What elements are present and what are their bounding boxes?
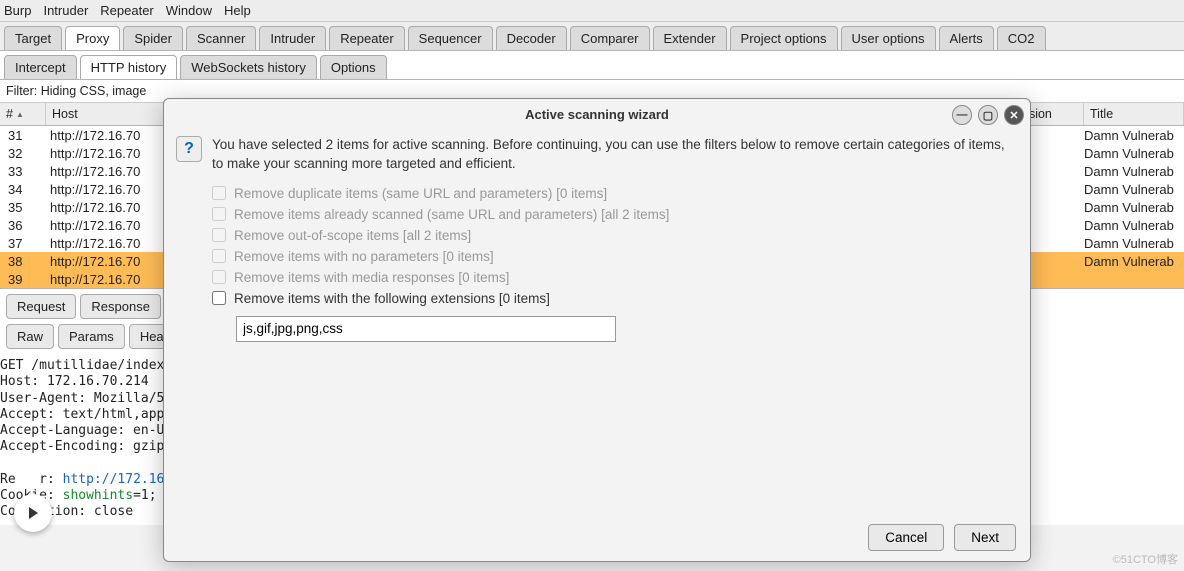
subtab-options[interactable]: Options <box>320 55 387 79</box>
tab-decoder[interactable]: Decoder <box>496 26 567 50</box>
cell-title: Damn Vulnerab <box>1084 128 1184 143</box>
sort-asc-icon: ▲ <box>16 110 24 119</box>
checkbox <box>212 186 226 200</box>
menu-burp[interactable]: Burp <box>4 3 31 18</box>
play-icon[interactable] <box>14 494 52 532</box>
subtab-websockets-history[interactable]: WebSockets history <box>180 55 317 79</box>
next-button[interactable]: Next <box>954 524 1016 551</box>
menubar: Burp Intruder Repeater Window Help <box>0 0 1184 22</box>
cell-num: 35 <box>0 200 46 215</box>
checkbox <box>212 270 226 284</box>
cell-num: 31 <box>0 128 46 143</box>
cell-title: Damn Vulnerab <box>1084 200 1184 215</box>
cell-num: 32 <box>0 146 46 161</box>
tab-alerts[interactable]: Alerts <box>939 26 994 50</box>
check-option-3: Remove items with no parameters [0 items… <box>212 249 1014 264</box>
check-option-1: Remove items already scanned (same URL a… <box>212 207 1014 222</box>
cell-num: 38 <box>0 254 46 269</box>
close-icon[interactable]: ✕ <box>1004 105 1024 125</box>
tab-co2[interactable]: CO2 <box>997 26 1046 50</box>
check-label: Remove items with the following extensio… <box>234 291 550 306</box>
cell-title: Damn Vulnerab <box>1084 236 1184 251</box>
checkbox <box>212 228 226 242</box>
menu-repeater[interactable]: Repeater <box>100 3 153 18</box>
response-button[interactable]: Response <box>80 294 161 319</box>
watermark: ©51CTO博客 <box>1113 551 1178 567</box>
dialog-checks: Remove duplicate items (same URL and par… <box>212 186 1014 306</box>
tab-intruder[interactable]: Intruder <box>259 26 326 50</box>
menu-intruder[interactable]: Intruder <box>43 3 88 18</box>
checkbox[interactable] <box>212 291 226 305</box>
request-button[interactable]: Request <box>6 294 76 319</box>
tab-target[interactable]: Target <box>4 26 62 50</box>
menu-help[interactable]: Help <box>224 3 251 18</box>
tab-extender[interactable]: Extender <box>653 26 727 50</box>
subtab-http-history[interactable]: HTTP history <box>80 55 178 79</box>
tab-repeater[interactable]: Repeater <box>329 26 404 50</box>
check-option-0: Remove duplicate items (same URL and par… <box>212 186 1014 201</box>
check-option-4: Remove items with media responses [0 ite… <box>212 270 1014 285</box>
minimize-icon[interactable]: — <box>952 105 972 125</box>
tab-comparer[interactable]: Comparer <box>570 26 650 50</box>
tab-user-options[interactable]: User options <box>841 26 936 50</box>
check-option-5[interactable]: Remove items with the following extensio… <box>212 291 1014 306</box>
cancel-button[interactable]: Cancel <box>868 524 944 551</box>
cell-num: 39 <box>0 272 46 287</box>
tab-sequencer[interactable]: Sequencer <box>408 26 493 50</box>
subtab-intercept[interactable]: Intercept <box>4 55 77 79</box>
cell-title: Damn Vulnerab <box>1084 164 1184 179</box>
tab-scanner[interactable]: Scanner <box>186 26 256 50</box>
maximize-icon[interactable]: ▢ <box>978 105 998 125</box>
tab-spider[interactable]: Spider <box>123 26 183 50</box>
check-label: Remove items with media responses [0 ite… <box>234 270 509 285</box>
col-title[interactable]: Title <box>1084 103 1184 125</box>
cell-num: 33 <box>0 164 46 179</box>
cell-title: Damn Vulnerab <box>1084 182 1184 197</box>
cell-num: 34 <box>0 182 46 197</box>
check-label: Remove items already scanned (same URL a… <box>234 207 669 222</box>
help-icon[interactable]: ? <box>176 136 202 162</box>
cell-title: Damn Vulnerab <box>1084 146 1184 161</box>
extensions-input[interactable] <box>236 316 616 342</box>
rawtab-params[interactable]: Params <box>58 324 125 349</box>
check-option-2: Remove out-of-scope items [all 2 items] <box>212 228 1014 243</box>
menu-window[interactable]: Window <box>166 3 212 18</box>
check-label: Remove duplicate items (same URL and par… <box>234 186 607 201</box>
main-tabs: TargetProxySpiderScannerIntruderRepeater… <box>0 22 1184 51</box>
active-scanning-wizard-dialog: Active scanning wizard — ▢ ✕ ? You have … <box>163 98 1031 562</box>
dialog-intro: You have selected 2 items for active sca… <box>212 136 1014 174</box>
check-label: Remove items with no parameters [0 items… <box>234 249 494 264</box>
tab-project-options[interactable]: Project options <box>730 26 838 50</box>
cell-title: Damn Vulnerab <box>1084 218 1184 233</box>
cell-num: 36 <box>0 218 46 233</box>
check-label: Remove out-of-scope items [all 2 items] <box>234 228 471 243</box>
cell-title: Damn Vulnerab <box>1084 254 1184 269</box>
cell-num: 37 <box>0 236 46 251</box>
col-number[interactable]: #▲ <box>0 103 46 125</box>
dialog-title: Active scanning wizard — ▢ ✕ <box>164 99 1030 130</box>
sub-tabs: InterceptHTTP historyWebSockets historyO… <box>0 51 1184 80</box>
checkbox <box>212 249 226 263</box>
rawtab-raw[interactable]: Raw <box>6 324 54 349</box>
tab-proxy[interactable]: Proxy <box>65 26 120 50</box>
checkbox <box>212 207 226 221</box>
